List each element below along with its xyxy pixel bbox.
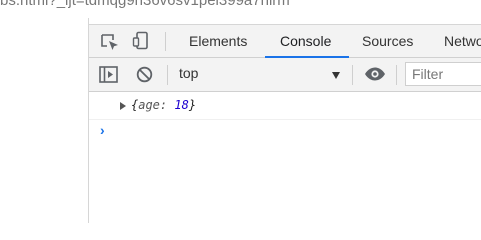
devtools-panel: Elements Console Sources Netwo top Filte… (89, 18, 481, 223)
console-prompt[interactable]: › (100, 122, 105, 138)
eye-icon[interactable] (364, 67, 386, 81)
inspect-element-icon[interactable] (100, 33, 120, 51)
tab-network[interactable]: Netwo (444, 25, 481, 58)
page-viewport (0, 18, 89, 223)
object-value: 18 (174, 98, 189, 112)
tab-console[interactable]: Console (280, 25, 331, 58)
tab-network-label: Netwo (444, 33, 481, 49)
tab-elements-label: Elements (189, 33, 248, 49)
toolbar-separator-1 (167, 65, 168, 85)
logged-object[interactable]: {age: 18} (131, 98, 196, 112)
toolbar-separator-2 (352, 65, 353, 85)
tab-console-label: Console (280, 33, 332, 49)
clear-console-icon[interactable] (136, 66, 153, 83)
context-selector[interactable]: top (179, 65, 198, 81)
tab-sources-label: Sources (362, 33, 414, 49)
toolbar-separator-3 (396, 65, 397, 85)
filter-input[interactable] (405, 62, 481, 86)
tab-sources[interactable]: Sources (362, 25, 413, 58)
device-toolbar-icon[interactable] (132, 31, 152, 51)
url-text: bs.html?_ijt=tdmqg9n36v6sv1pel399a7nirm (0, 0, 290, 9)
object-close-brace: } (188, 98, 197, 112)
console-output: {age: 18} › (89, 92, 481, 223)
context-selector-value: top (179, 65, 199, 81)
dropdown-arrow-icon[interactable] (332, 72, 340, 79)
console-log-row: {age: 18} (89, 92, 481, 120)
tab-elements[interactable]: Elements (189, 25, 247, 58)
devtools-tab-bar: Elements Console Sources Netwo (89, 24, 481, 58)
object-key: age: (138, 98, 175, 112)
expand-triangle-icon[interactable] (120, 102, 126, 110)
console-toolbar: top (89, 58, 481, 92)
tabbar-separator (165, 32, 166, 51)
browser-url-bar[interactable]: bs.html?_ijt=tdmqg9n36v6sv1pel399a7nirm (0, 0, 481, 18)
sidebar-toggle-icon[interactable] (99, 66, 118, 83)
